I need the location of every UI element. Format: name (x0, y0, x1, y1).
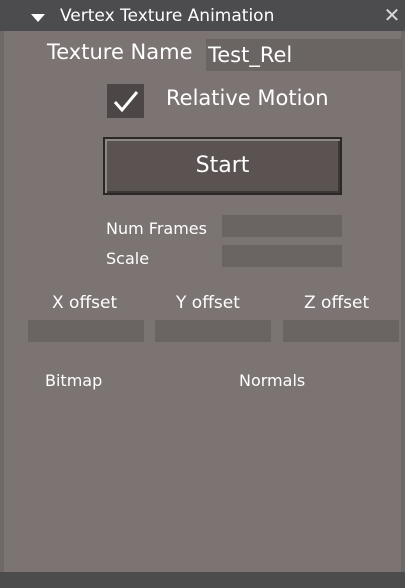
triangle-down-icon[interactable] (31, 14, 45, 22)
normals-label[interactable]: Normals (239, 371, 305, 390)
panel-left-edge (0, 31, 4, 572)
scale-field[interactable] (222, 245, 342, 267)
relative-motion-label: Relative Motion (166, 86, 329, 110)
checkmark-icon (113, 91, 139, 113)
num-frames-field[interactable] (222, 215, 342, 237)
panel-title: Vertex Texture Animation (60, 6, 275, 26)
panel-right-edge (401, 31, 405, 572)
panel-titlebar[interactable]: Vertex Texture Animation ✕ (0, 0, 405, 31)
x-offset-label: X offset (52, 293, 118, 313)
texture-name-field[interactable]: Test_Rel (206, 39, 402, 71)
y-offset-field[interactable] (155, 320, 271, 342)
close-icon[interactable]: ✕ (382, 4, 402, 26)
z-offset-label: Z offset (304, 293, 370, 313)
texture-name-label: Texture Name (47, 40, 193, 64)
x-offset-field[interactable] (28, 320, 144, 342)
start-button[interactable]: Start (103, 137, 342, 195)
scale-label: Scale (106, 249, 150, 268)
z-offset-field[interactable] (283, 320, 399, 342)
num-frames-label: Num Frames (106, 219, 207, 238)
bitmap-label[interactable]: Bitmap (45, 371, 102, 390)
relative-motion-checkbox[interactable] (107, 84, 144, 118)
y-offset-label: Y offset (176, 293, 240, 313)
panel-bottom-bar (0, 572, 405, 588)
vertex-texture-animation-panel: Vertex Texture Animation ✕ Texture Name … (0, 0, 405, 588)
